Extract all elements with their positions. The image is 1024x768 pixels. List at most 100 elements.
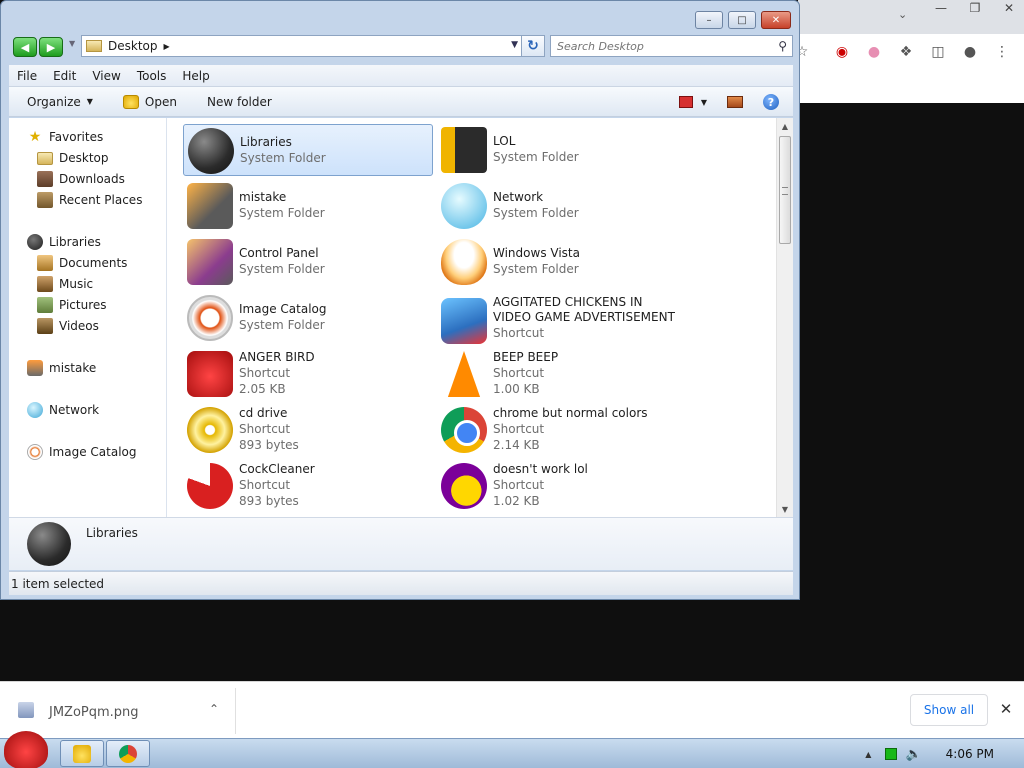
music-icon (37, 276, 53, 292)
file-item[interactable]: cd drive Shortcut 893 bytes (183, 404, 433, 456)
nav-favorites[interactable]: ★ Favorites (27, 127, 104, 147)
breadcrumb-desktop[interactable]: Desktop (108, 39, 158, 53)
command-bar: Organize ▼ Open New folder ▼ ? (9, 87, 793, 117)
file-item[interactable]: chrome but normal colors Shortcut 2.14 K… (437, 404, 687, 456)
change-view-icon[interactable] (678, 96, 693, 108)
organize-button[interactable]: Organize ▼ (27, 95, 93, 109)
browser-minimize-icon[interactable]: — (926, 0, 956, 18)
new-folder-button[interactable]: New folder (207, 95, 272, 109)
nav-item-recent-places[interactable]: Recent Places (37, 190, 142, 210)
minimize-button[interactable]: – (695, 11, 723, 29)
ublock-icon[interactable]: ◉ (832, 42, 852, 62)
refresh-button[interactable]: ↻ (521, 35, 545, 57)
nav-item-desktop[interactable]: Desktop (37, 148, 109, 168)
back-button[interactable]: ◀ (13, 37, 37, 57)
menu-edit[interactable]: Edit (45, 69, 84, 83)
file-type: Shortcut (239, 478, 291, 492)
libraries-icon (188, 128, 234, 174)
side-panel-icon[interactable]: ◫ (928, 42, 948, 62)
file-type: System Folder (239, 206, 325, 220)
menu-view[interactable]: View (84, 69, 128, 83)
navigation-pane: ★ Favorites Desktop Downloads Recent Pla… (9, 118, 167, 517)
nav-item-music[interactable]: Music (37, 274, 93, 294)
file-item[interactable]: AGGITATED CHICKENS IN VIDEO GAME ADVERTI… (437, 295, 687, 347)
file-item[interactable]: doesn't work lol Shortcut 1.02 KB (437, 460, 687, 512)
menu-tools[interactable]: Tools (129, 69, 175, 83)
browser-menu-icon[interactable]: ⋮ (992, 42, 1012, 62)
file-item[interactable]: Image Catalog System Folder (183, 292, 433, 344)
address-dropdown-icon[interactable]: ▼ (511, 40, 518, 50)
file-item[interactable]: ANGER BIRD Shortcut 2.05 KB (183, 348, 433, 400)
nav-item-downloads[interactable]: Downloads (37, 169, 125, 189)
menu-file[interactable]: File (9, 69, 45, 83)
chevron-up-icon[interactable]: ⌃ (206, 702, 222, 718)
nav-libraries[interactable]: Libraries (27, 232, 101, 252)
extensions-puzzle-icon[interactable]: ❖ (896, 42, 916, 62)
file-item[interactable]: mistake System Folder (183, 180, 433, 232)
nav-image-catalog[interactable]: Image Catalog (27, 442, 136, 462)
scroll-down-icon[interactable]: ▼ (777, 501, 793, 517)
file-size: 1.00 KB (493, 382, 540, 396)
file-item[interactable]: Windows Vista System Folder (437, 236, 687, 288)
libraries-icon (27, 522, 71, 566)
search-icon[interactable]: ⚲ (778, 39, 787, 53)
download-item[interactable]: JMZoPqm.png ⌃ (4, 688, 236, 734)
clock[interactable]: 4:06 PM (946, 747, 994, 761)
close-button[interactable]: ✕ (761, 11, 791, 29)
show-all-button[interactable]: Show all (910, 694, 988, 726)
browser-close-icon[interactable]: ✕ (994, 0, 1024, 18)
download-bar-close-icon[interactable]: ✕ (998, 701, 1014, 717)
maximize-button[interactable]: □ (728, 11, 756, 29)
nav-mistake[interactable]: mistake (27, 358, 96, 378)
help-icon[interactable]: ? (763, 94, 779, 110)
file-item[interactable]: Libraries System Folder (183, 124, 433, 176)
file-item[interactable]: LOL System Folder (437, 124, 687, 176)
battery-icon[interactable] (885, 748, 898, 760)
control-panel-icon (187, 239, 233, 285)
show-hidden-icons-icon[interactable]: ▲ (865, 750, 871, 759)
taskbar-chrome-button[interactable] (106, 740, 150, 767)
profile-avatar-icon[interactable]: ● (960, 42, 980, 62)
flag-extension-icon[interactable]: ● (864, 42, 884, 62)
system-tray: ▲ 🔈 4:06 PM (865, 739, 1024, 768)
browser-restore-icon[interactable]: ❐ (960, 0, 990, 18)
file-type: System Folder (493, 262, 579, 276)
recent-pages-chevron-icon[interactable]: ▼ (69, 39, 75, 48)
open-button[interactable]: Open (122, 94, 177, 109)
forward-button[interactable]: ▶ (39, 37, 63, 57)
angry-bird-icon (187, 351, 233, 397)
nav-network[interactable]: Network (27, 400, 99, 420)
forward-arrow-icon: ▶ (46, 40, 56, 54)
file-item[interactable]: Network System Folder (437, 180, 687, 232)
taskbar-explorer-button[interactable] (60, 740, 104, 767)
address-bar[interactable]: Desktop ▶ ▼ (81, 35, 525, 57)
nav-item-pictures[interactable]: Pictures (37, 295, 107, 315)
nav-mistake-label: mistake (49, 361, 97, 375)
title-bar[interactable]: – □ ✕ (1, 1, 799, 33)
search-box: ⚲ (550, 35, 793, 57)
file-item[interactable]: Control Panel System Folder (183, 236, 433, 288)
nav-item-label: Desktop (59, 151, 109, 165)
menu-help[interactable]: Help (174, 69, 217, 83)
organize-dropdown-icon: ▼ (86, 97, 93, 106)
file-size: 1.02 KB (493, 494, 540, 508)
volume-icon[interactable]: 🔈 (905, 747, 921, 762)
nav-item-videos[interactable]: Videos (37, 316, 99, 336)
menu-bar: File Edit View Tools Help (9, 65, 793, 87)
file-name: ANGER BIRD (239, 350, 315, 364)
file-size: 2.14 KB (493, 438, 540, 452)
breadcrumb-arrow-icon[interactable]: ▶ (164, 42, 170, 51)
preview-pane-icon[interactable] (727, 96, 743, 108)
scroll-up-icon[interactable]: ▲ (777, 118, 793, 134)
tab-search-chevron-icon[interactable]: ⌄ (898, 8, 914, 24)
file-item[interactable]: CockCleaner Shortcut 893 bytes (183, 460, 433, 512)
start-button[interactable] (4, 731, 48, 768)
view-options-chevron-icon[interactable]: ▼ (701, 98, 707, 107)
nav-image-catalog-label: Image Catalog (49, 445, 137, 459)
search-input[interactable] (557, 39, 757, 53)
vertical-scrollbar[interactable]: ▲ ▼ (776, 118, 793, 517)
open-label: Open (144, 94, 177, 109)
nav-item-documents[interactable]: Documents (37, 253, 127, 273)
scroll-thumb[interactable] (779, 136, 791, 244)
file-item[interactable]: BEEP BEEP Shortcut 1.00 KB (437, 348, 687, 400)
